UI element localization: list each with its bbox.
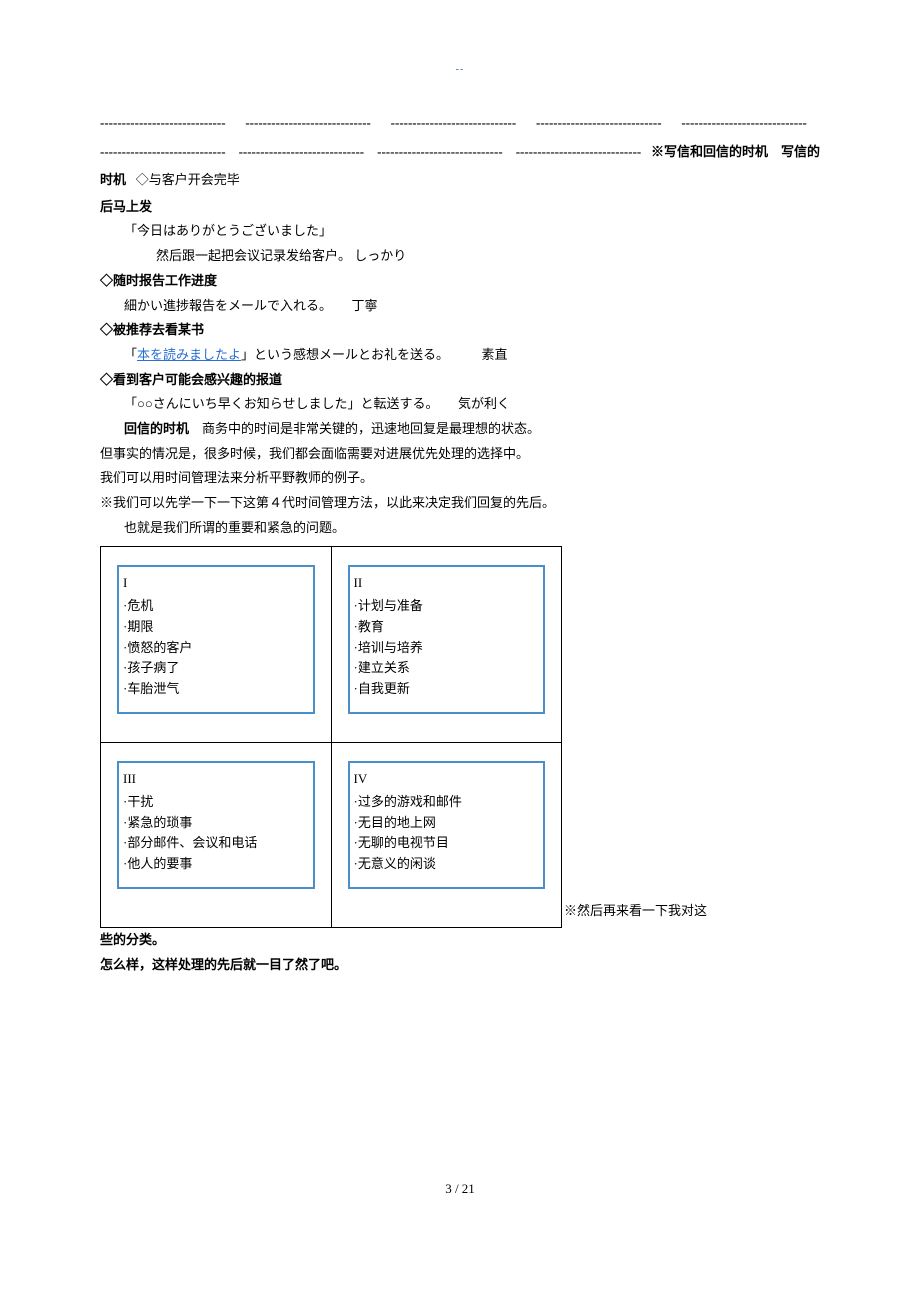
quadrant-box: IV ·过多的游戏和邮件 ·无目的地上网 ·无聊的电视节目 ·无意义的闲谈: [348, 761, 546, 889]
text: 「: [124, 347, 137, 362]
text: ※我们可以先学一下一下这第４代时间管理方法，以此来决定我们回复的先后。: [100, 491, 820, 516]
text: 然后跟一起把会议记录发给客户。 しっかり: [100, 244, 820, 269]
text: 也就是我们所谓的重要和紧急的问题。: [100, 516, 820, 541]
quadrant-item: ·过多的游戏和邮件: [354, 792, 538, 813]
quadrant-item: ·教育: [354, 617, 538, 638]
jp-text: 「○○さんにいち早くお知らせしました」と転送する。 気が利く: [100, 392, 820, 417]
quadrant-item: ·无目的地上网: [354, 813, 538, 834]
quadrant-item: ·计划与准备: [354, 596, 538, 617]
quadrant-1: I ·危机 ·期限 ·愤怒的客户 ·孩子病了 ·车胎泄气: [101, 547, 332, 743]
quadrant-item: ·危机: [123, 596, 307, 617]
dash-seg: -----------------------------: [239, 138, 365, 167]
quadrant-box: III ·干扰 ·紧急的琐事 ·部分邮件、会议和电话 ·他人的要事: [117, 761, 315, 889]
book-link[interactable]: 本を読みましたよ: [137, 347, 241, 362]
quadrant-item: ·无聊的电视节目: [354, 833, 538, 854]
quadrant-3: III ·干扰 ·紧急的琐事 ·部分邮件、会议和电话 ·他人的要事: [101, 743, 332, 928]
jp-text: 「本を読みましたよ」という感想メールとお礼を送る。 素直: [100, 343, 820, 368]
quadrant-4: IV ·过多的游戏和邮件 ·无目的地上网 ·无聊的电视节目 ·无意义的闲谈: [331, 743, 562, 928]
quadrant-item: ·期限: [123, 617, 307, 638]
text: 些的分类。: [100, 928, 820, 953]
quadrant-roman: I: [123, 571, 307, 596]
text: 我们可以用时间管理法来分析平野教师的例子。: [100, 466, 820, 491]
header-tiny-dashes: --: [0, 60, 920, 79]
subhead: ◇随时报告工作进度: [100, 269, 820, 294]
quadrant-item: ·无意义的闲谈: [354, 854, 538, 875]
quadrant-item: ·部分邮件、会议和电话: [123, 833, 307, 854]
dash-seg: -----------------------------: [100, 109, 226, 138]
quadrant-box: I ·危机 ·期限 ·愤怒的客户 ·孩子病了 ·车胎泄气: [117, 565, 315, 714]
dash-paragraph: ----------------------------- ----------…: [100, 109, 820, 195]
subhead: ◇被推荐去看某书: [100, 318, 820, 343]
text: 后马上发: [100, 195, 820, 220]
text: 」という感想メールとお礼を送る。 素直: [241, 347, 508, 362]
reply-heading: 回信的时机: [124, 421, 189, 436]
text: 商务中的时间是非常关键的，迅速地回复是最理想的状态。: [202, 421, 540, 436]
quadrant-2: II ·计划与准备 ·教育 ·培训与培养 ·建立关系 ·自我更新: [331, 547, 562, 743]
dash-seg: -----------------------------: [516, 138, 642, 167]
quadrant-item: ·干扰: [123, 792, 307, 813]
dash-seg: -----------------------------: [245, 109, 371, 138]
quadrant-item: ·愤怒的客户: [123, 638, 307, 659]
quadrant-item: ·建立关系: [354, 658, 538, 679]
dash-seg: -----------------------------: [377, 138, 503, 167]
quadrant-item: ·自我更新: [354, 679, 538, 700]
time-management-matrix: I ·危机 ·期限 ·愤怒的客户 ·孩子病了 ·车胎泄气 II ·计划与准备 ·…: [100, 546, 562, 928]
quadrant-item: ·车胎泄气: [123, 679, 307, 700]
text: 但事实的情况是，很多时候，我们都会面临需要对进展优先处理的选择中。: [100, 442, 820, 467]
text: 怎么样，这样处理的先后就一目了然了吧。: [100, 953, 820, 978]
quadrant-roman: IV: [354, 767, 538, 792]
jp-text: 細かい進捗報告をメールで入れる。 丁寧: [100, 294, 820, 319]
jp-text: 「今日はありがとうございました」: [100, 219, 820, 244]
quadrant-item: ·紧急的琐事: [123, 813, 307, 834]
quadrant-roman: II: [354, 571, 538, 596]
text: ◇与客户开会完毕: [136, 172, 240, 187]
subhead: ◇看到客户可能会感兴趣的报道: [100, 368, 820, 393]
quadrant-box: II ·计划与准备 ·教育 ·培训与培养 ·建立关系 ·自我更新: [348, 565, 546, 714]
dash-seg: -----------------------------: [391, 109, 517, 138]
dash-seg: -----------------------------: [536, 109, 662, 138]
dash-seg: -----------------------------: [681, 109, 807, 138]
quadrant-item: ·他人的要事: [123, 854, 307, 875]
page-footer: 3 / 21: [0, 1177, 920, 1202]
quadrant-roman: III: [123, 767, 307, 792]
paragraph: 回信的时机 商务中的时间是非常关键的，迅速地回复是最理想的状态。: [100, 417, 820, 442]
dash-seg: -----------------------------: [100, 138, 226, 167]
quadrant-item: ·孩子病了: [123, 658, 307, 679]
after-quad-note: ※然后再来看一下我对这: [562, 899, 707, 928]
quadrant-item: ·培训与培养: [354, 638, 538, 659]
page-content: ----------------------------- ----------…: [100, 109, 820, 977]
